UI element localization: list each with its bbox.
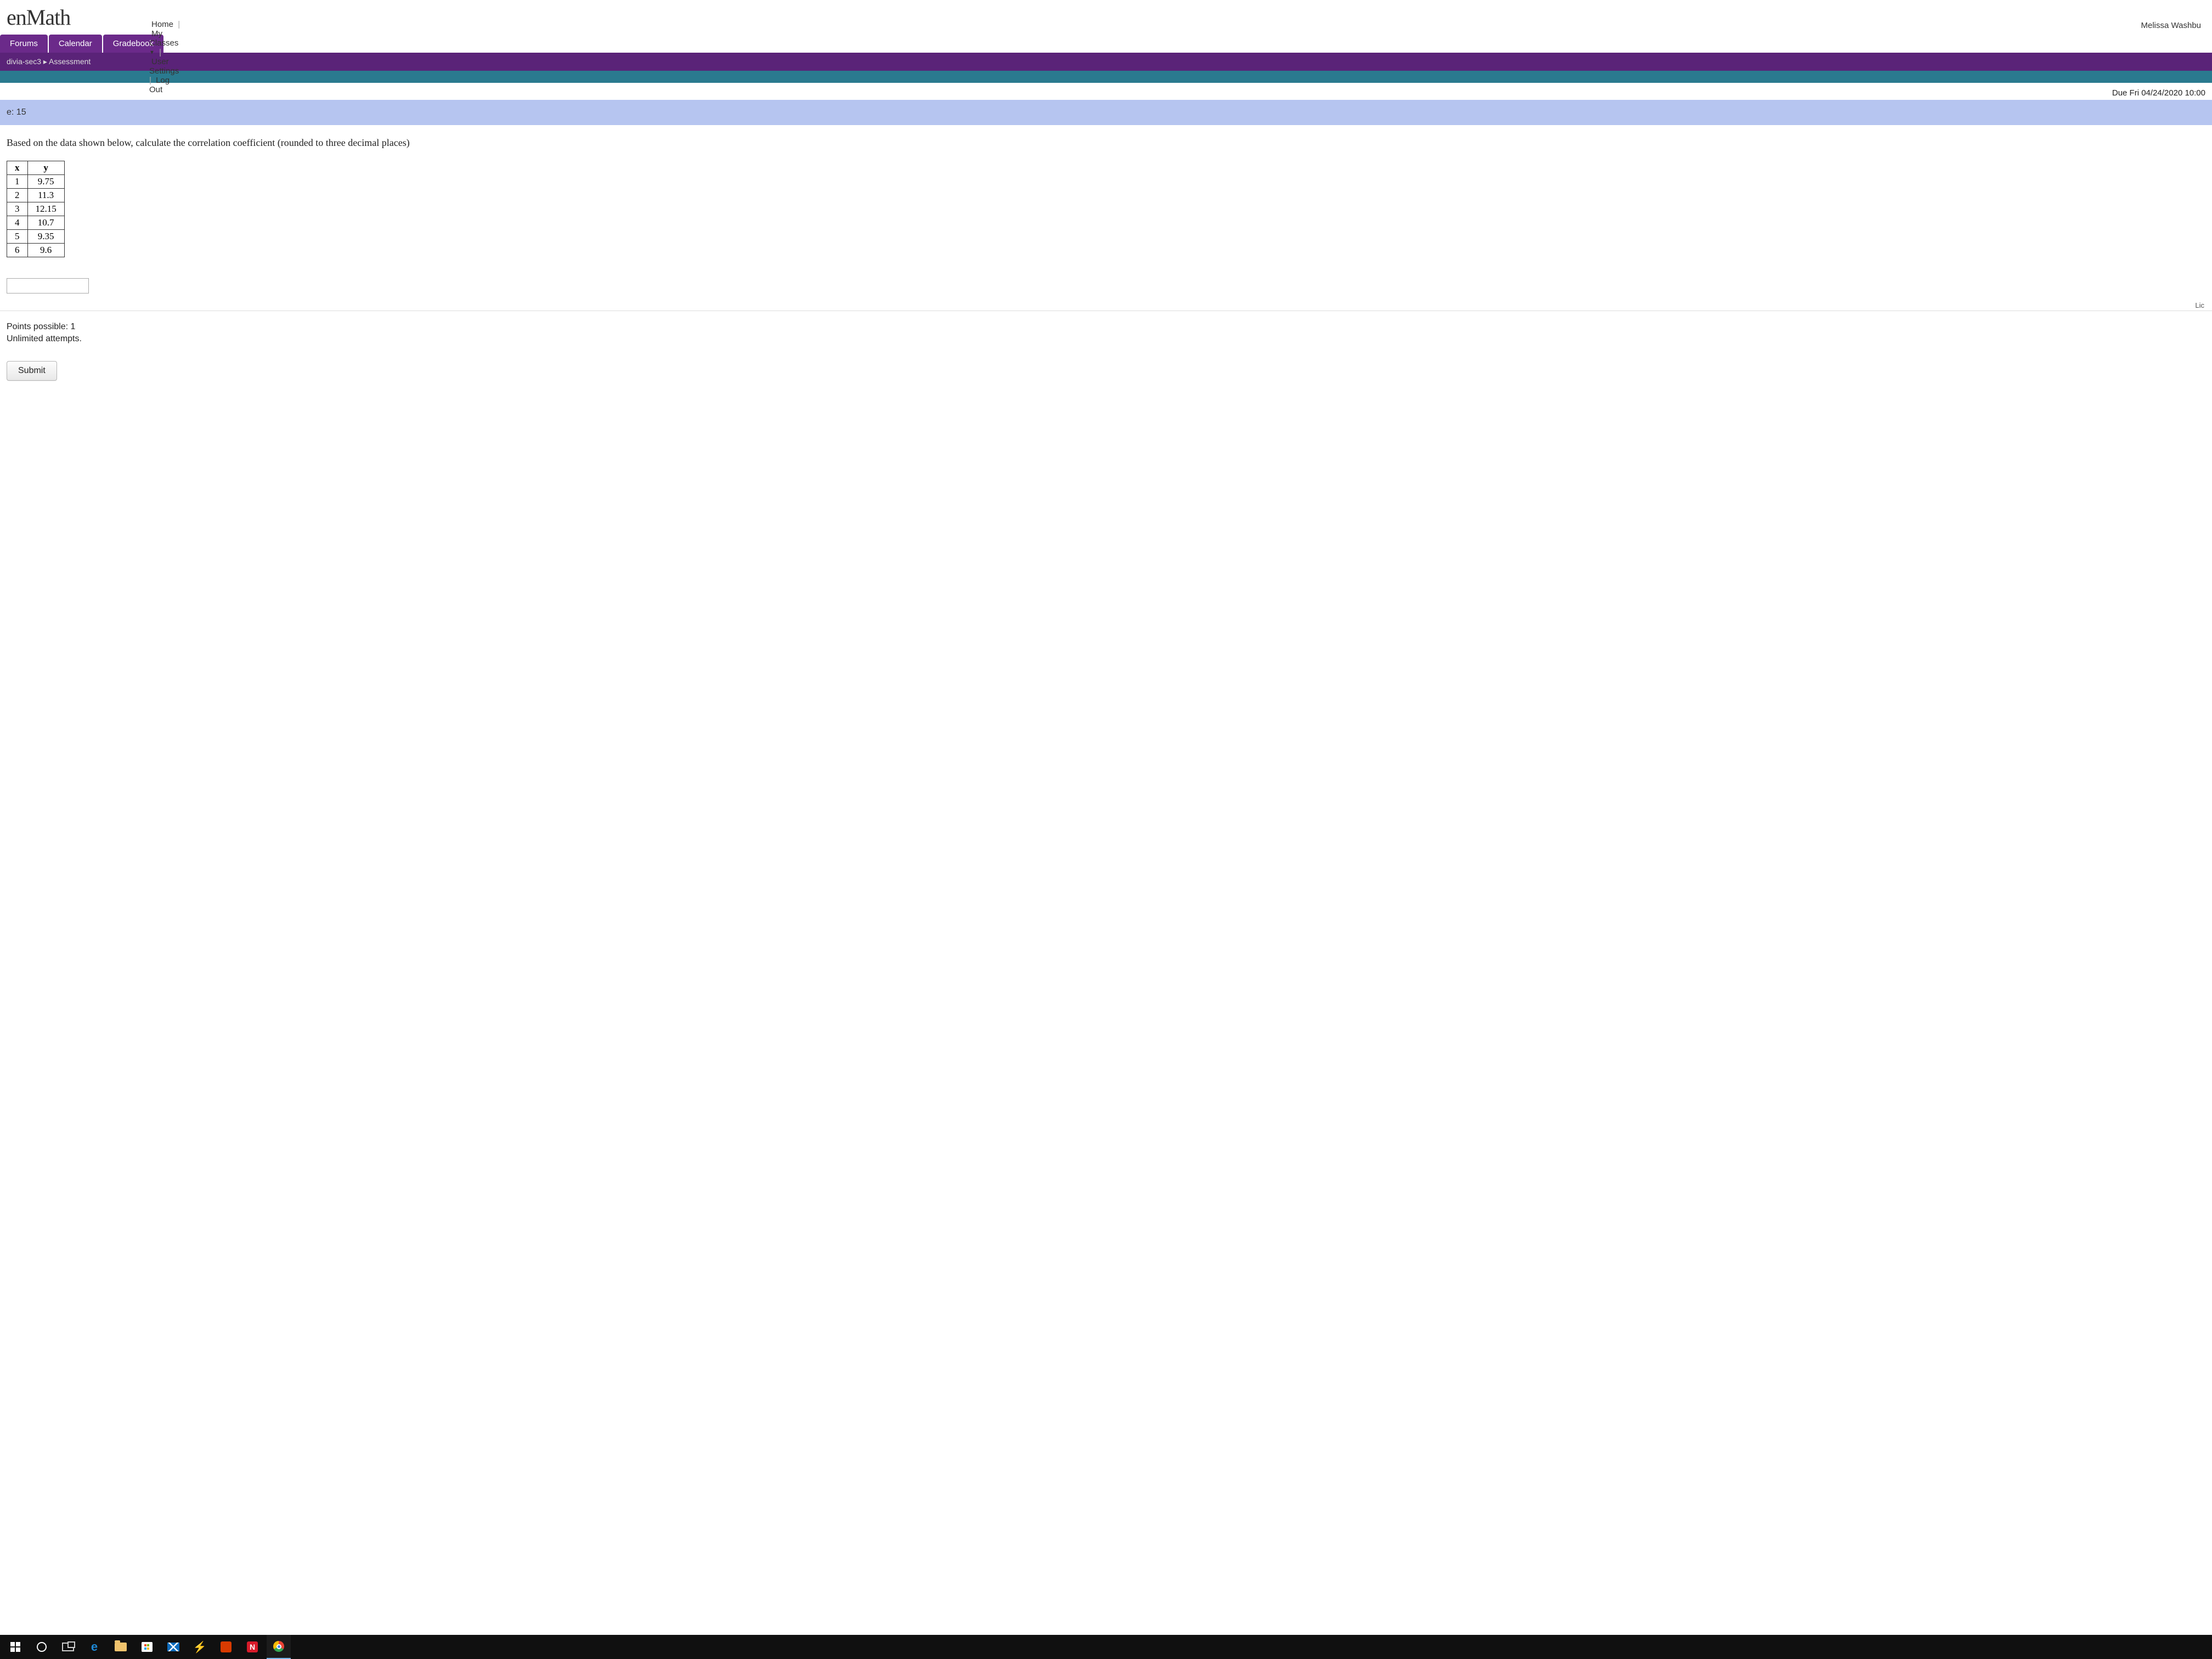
col-header-x: x [7, 161, 28, 175]
file-explorer-icon[interactable] [109, 1635, 133, 1659]
nav-my-classes[interactable]: My Classes ▼ [149, 29, 178, 57]
points-possible: Points possible: 1 [7, 321, 2205, 333]
license-link[interactable]: Lic [2195, 301, 2204, 309]
col-header-y: y [27, 161, 64, 175]
accent-band [0, 71, 2212, 83]
task-view-icon[interactable] [56, 1635, 80, 1659]
cortana-icon[interactable] [30, 1635, 54, 1659]
nav-user-settings[interactable]: User Settings [149, 57, 179, 76]
username-display: Melissa Washbu [2141, 21, 2205, 30]
power-icon[interactable]: ⚡ [188, 1635, 212, 1659]
due-date: Due Fri 04/24/2020 10:00 [0, 83, 2212, 100]
table-row: 59.35 [7, 230, 65, 244]
data-table: x y 19.75 211.3 312.15 410.7 59.35 69.6 [7, 161, 65, 257]
answer-input[interactable] [7, 278, 89, 294]
start-button[interactable] [3, 1635, 27, 1659]
attempts-info: Unlimited attempts. [7, 333, 2205, 345]
site-logo: enMath [7, 4, 70, 30]
table-row: 211.3 [7, 189, 65, 202]
nav-log-out[interactable]: Log Out [149, 76, 170, 94]
microsoft-store-icon[interactable] [135, 1635, 159, 1659]
nav-home[interactable]: Home [151, 20, 173, 29]
edge-icon[interactable]: e [82, 1635, 106, 1659]
chrome-icon[interactable] [267, 1635, 291, 1659]
submit-button[interactable]: Submit [7, 361, 57, 381]
score-bar: e: 15 [0, 100, 2212, 125]
tab-forums[interactable]: Forums [0, 35, 48, 53]
points-info: Points possible: 1 Unlimited attempts. [0, 311, 2212, 350]
main-tabs: Forums Calendar Gradebook [0, 35, 2212, 53]
question-prompt: Based on the data shown below, calculate… [7, 137, 2205, 149]
office-icon[interactable] [214, 1635, 238, 1659]
table-row: 410.7 [7, 216, 65, 230]
breadcrumb: divia-sec3 ▸ Assessment [0, 53, 2212, 71]
table-row: 19.75 [7, 175, 65, 189]
table-row: 312.15 [7, 202, 65, 216]
tab-calendar[interactable]: Calendar [49, 35, 102, 53]
mail-icon[interactable] [161, 1635, 185, 1659]
top-nav: Home | My Classes ▼ | User Settings | Lo… [149, 20, 181, 94]
table-row: 69.6 [7, 244, 65, 257]
netflix-icon[interactable]: N [240, 1635, 264, 1659]
windows-taskbar: e ⚡ N [0, 1635, 2212, 1659]
question-area: Based on the data shown below, calculate… [0, 125, 2212, 300]
chevron-down-icon: ▼ [149, 50, 155, 56]
